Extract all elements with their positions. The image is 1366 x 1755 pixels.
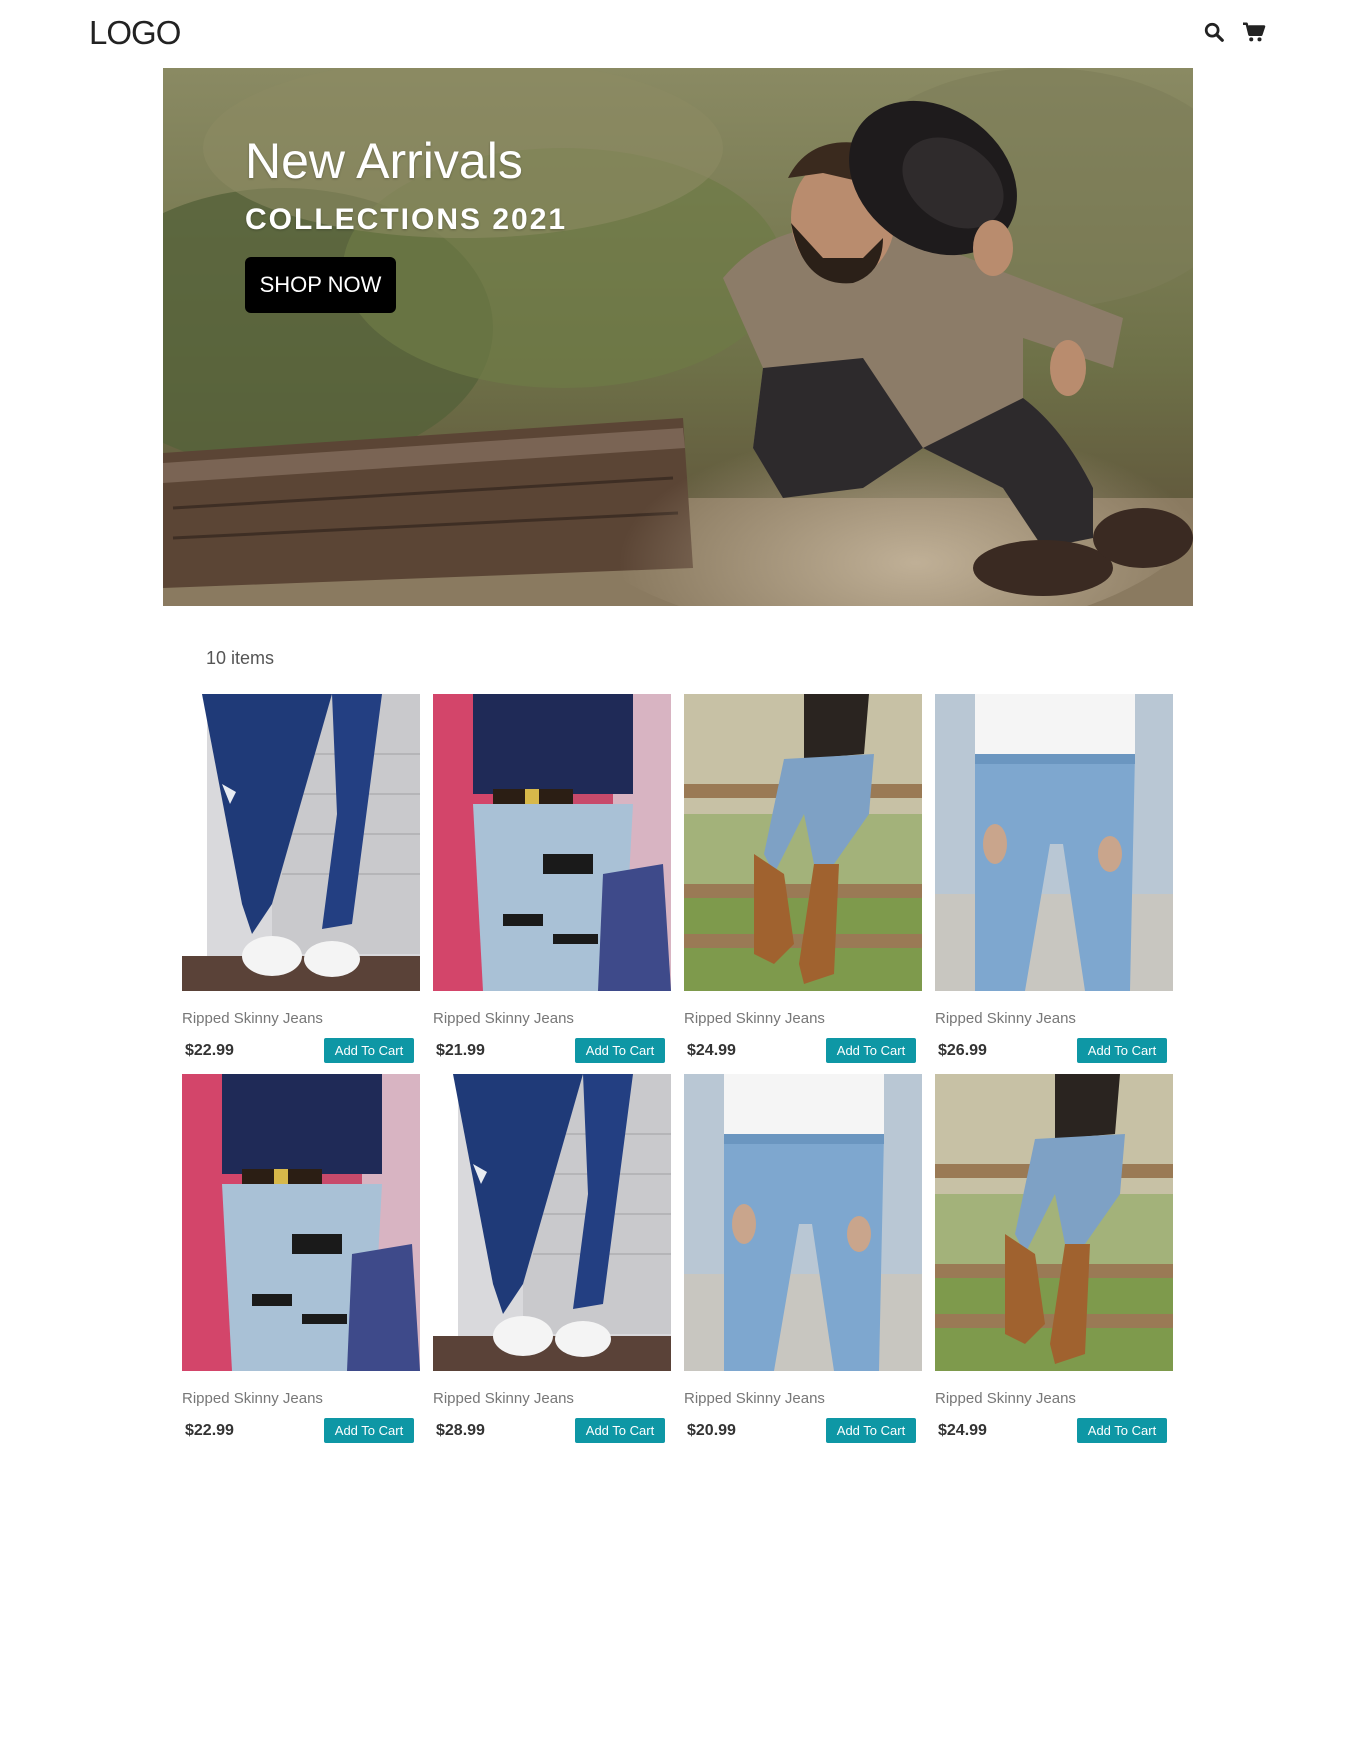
items-count: 10 items xyxy=(206,648,275,668)
product-name[interactable]: Ripped Skinny Jeans xyxy=(433,1010,574,1027)
product-image[interactable] xyxy=(182,694,420,991)
add-to-cart-button[interactable]: Add To Cart xyxy=(575,1038,665,1063)
product-price: $24.99 xyxy=(938,1422,987,1439)
product-price: $28.99 xyxy=(436,1422,485,1439)
site-header: LOGO xyxy=(0,0,1366,68)
product-image[interactable] xyxy=(182,1074,420,1371)
cart-icon[interactable] xyxy=(1242,20,1266,44)
product-name[interactable]: Ripped Skinny Jeans xyxy=(433,1390,574,1407)
product-card[interactable]: Ripped Skinny Jeans $21.99 Add To Cart xyxy=(433,694,671,1064)
add-to-cart-button[interactable]: Add To Cart xyxy=(1077,1418,1167,1443)
product-image[interactable] xyxy=(433,1074,671,1371)
product-card[interactable]: Ripped Skinny Jeans $24.99 Add To Cart xyxy=(684,694,922,1064)
product-price: $21.99 xyxy=(436,1042,485,1059)
product-name[interactable]: Ripped Skinny Jeans xyxy=(182,1010,323,1027)
product-image[interactable] xyxy=(935,1074,1173,1371)
header-icons xyxy=(1202,20,1266,44)
product-name[interactable]: Ripped Skinny Jeans xyxy=(684,1390,825,1407)
hero-banner: New Arrivals COLLECTIONS 2021 SHOP NOW xyxy=(163,68,1193,606)
add-to-cart-button[interactable]: Add To Cart xyxy=(1077,1038,1167,1063)
hero-title: New Arrivals xyxy=(245,133,523,189)
product-name[interactable]: Ripped Skinny Jeans xyxy=(935,1390,1076,1407)
shop-now-button[interactable]: SHOP NOW xyxy=(245,257,396,313)
add-to-cart-button[interactable]: Add To Cart xyxy=(324,1038,414,1063)
product-grid: Ripped Skinny Jeans $22.99 Add To Cart R… xyxy=(182,694,1182,1444)
product-image[interactable] xyxy=(433,694,671,991)
product-card[interactable]: Ripped Skinny Jeans $28.99 Add To Cart xyxy=(433,1074,671,1444)
add-to-cart-button[interactable]: Add To Cart xyxy=(575,1418,665,1443)
product-price: $20.99 xyxy=(687,1422,736,1439)
product-image[interactable] xyxy=(684,1074,922,1371)
product-image[interactable] xyxy=(935,694,1173,991)
logo[interactable]: LOGO xyxy=(89,14,181,52)
add-to-cart-button[interactable]: Add To Cart xyxy=(826,1418,916,1443)
product-card[interactable]: Ripped Skinny Jeans $20.99 Add To Cart xyxy=(684,1074,922,1444)
product-name[interactable]: Ripped Skinny Jeans xyxy=(935,1010,1076,1027)
product-price: $24.99 xyxy=(687,1042,736,1059)
product-card[interactable]: Ripped Skinny Jeans $24.99 Add To Cart xyxy=(935,1074,1173,1444)
hero-subtitle: COLLECTIONS 2021 xyxy=(245,203,568,236)
product-price: $22.99 xyxy=(185,1422,234,1439)
product-name[interactable]: Ripped Skinny Jeans xyxy=(684,1010,825,1027)
add-to-cart-button[interactable]: Add To Cart xyxy=(324,1418,414,1443)
product-card[interactable]: Ripped Skinny Jeans $26.99 Add To Cart xyxy=(935,694,1173,1064)
product-card[interactable]: Ripped Skinny Jeans $22.99 Add To Cart xyxy=(182,1074,420,1444)
product-name[interactable]: Ripped Skinny Jeans xyxy=(182,1390,323,1407)
add-to-cart-button[interactable]: Add To Cart xyxy=(826,1038,916,1063)
search-icon[interactable] xyxy=(1202,20,1226,44)
product-price: $22.99 xyxy=(185,1042,234,1059)
product-price: $26.99 xyxy=(938,1042,987,1059)
product-image[interactable] xyxy=(684,694,922,991)
product-card[interactable]: Ripped Skinny Jeans $22.99 Add To Cart xyxy=(182,694,420,1064)
